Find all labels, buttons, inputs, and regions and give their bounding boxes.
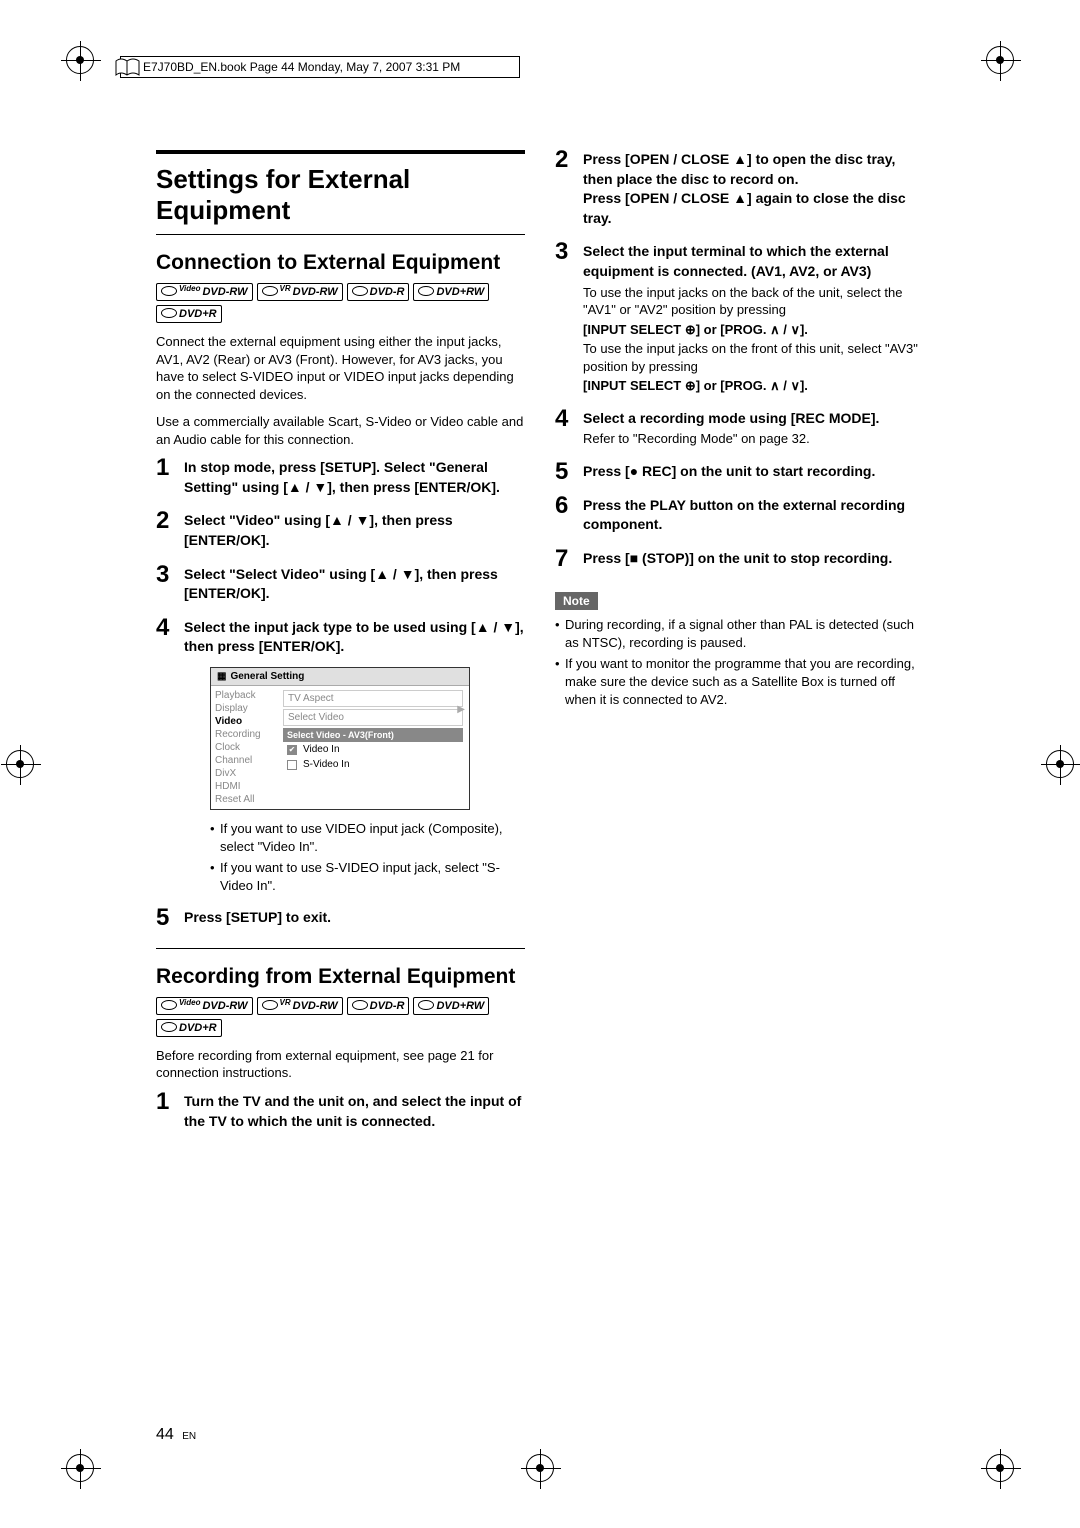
- intro-paragraph: Use a commercially available Scart, S-Vi…: [156, 413, 525, 448]
- step-body-text: To use the input jacks on the back of th…: [583, 284, 924, 319]
- step-text: In stop mode, press [SETUP]. Select "Gen…: [184, 458, 525, 497]
- badge-dvd-r: DVD-R: [347, 283, 410, 301]
- osd-sidebar-item: Playback: [215, 690, 277, 701]
- checkbox-icon: ✔: [287, 745, 297, 755]
- step-text: Select a recording mode using [REC MODE]…: [583, 409, 924, 429]
- osd-sidebar: Playback Display Video Recording Clock C…: [211, 686, 281, 809]
- crop-mark: [0, 744, 40, 784]
- note-bullet: During recording, if a signal other than…: [555, 616, 924, 651]
- divider: [156, 234, 525, 235]
- osd-dropdown-header: Select Video - AV3(Front): [283, 728, 463, 742]
- crop-mark: [60, 1448, 100, 1488]
- divider: [156, 150, 525, 154]
- step-body-text: [INPUT SELECT ⊕] or [PROG. ∧ / ∨].: [583, 377, 924, 395]
- badge-dvd-rw-video: VideoDVD-RW: [156, 283, 253, 301]
- crop-mark: [60, 40, 100, 80]
- step-item: Select the input jack type to be used us…: [156, 618, 525, 894]
- osd-row: Select Video: [283, 709, 463, 726]
- crop-mark: [520, 1448, 560, 1488]
- osd-sidebar-item: Display: [215, 703, 277, 714]
- step-text: Select the input terminal to which the e…: [583, 242, 924, 281]
- crop-mark: [1040, 744, 1080, 784]
- section-heading: Connection to External Equipment: [156, 251, 525, 275]
- step-text: Press [OPEN / CLOSE ▲] to open the disc …: [583, 150, 924, 228]
- checkbox-icon: [287, 760, 297, 770]
- osd-sidebar-item: Recording: [215, 729, 277, 740]
- bullet-item: If you want to use VIDEO input jack (Com…: [210, 820, 525, 855]
- badge-dvd-r: DVD-R: [347, 997, 410, 1015]
- osd-row: TV Aspect: [283, 690, 463, 707]
- step-body-text: Refer to "Recording Mode" on page 32.: [583, 430, 924, 448]
- badge-dvd-plus-rw: DVD+RW: [413, 283, 489, 301]
- step-item: Press [■ (STOP)] on the unit to stop rec…: [555, 549, 924, 569]
- bullet-item: If you want to use S-VIDEO input jack, s…: [210, 859, 525, 894]
- disc-badges: VideoDVD-RW VRDVD-RW DVD-R DVD+RW DVD+R: [156, 283, 525, 323]
- step-item: Select "Video" using [▲ / ▼], then press…: [156, 511, 525, 550]
- step-item: In stop mode, press [SETUP]. Select "Gen…: [156, 458, 525, 497]
- step-item: Press [● REC] on the unit to start recor…: [555, 462, 924, 482]
- osd-main: TV Aspect Select Video ▶ Select Video - …: [281, 686, 469, 809]
- step-text: Select "Select Video" using [▲ / ▼], the…: [184, 565, 525, 604]
- step-text: Press [■ (STOP)] on the unit to stop rec…: [583, 549, 924, 569]
- page-header: E7J70BD_EN.book Page 44 Monday, May 7, 2…: [120, 56, 520, 78]
- badge-dvd-rw-vr: VRDVD-RW: [257, 997, 343, 1015]
- page-number: 44 EN: [156, 1426, 196, 1444]
- badge-dvd-plus-r: DVD+R: [156, 1019, 222, 1037]
- step-item: Select "Select Video" using [▲ / ▼], the…: [156, 565, 525, 604]
- note-label: Note: [555, 592, 598, 610]
- osd-title: ▦ General Setting: [211, 668, 469, 686]
- osd-sidebar-item: Video: [215, 716, 277, 727]
- chevron-right-icon: ▶: [457, 704, 465, 715]
- step-body-text: [INPUT SELECT ⊕] or [PROG. ∧ / ∨].: [583, 321, 924, 339]
- osd-sidebar-item: Clock: [215, 742, 277, 753]
- crop-mark: [980, 1448, 1020, 1488]
- book-icon: [113, 53, 143, 83]
- crop-mark: [980, 40, 1020, 80]
- step-text: Press the PLAY button on the external re…: [583, 496, 924, 535]
- step-item: Press [SETUP] to exit.: [156, 908, 525, 928]
- step-item: Select the input terminal to which the e…: [555, 242, 924, 394]
- step-text: Select the input jack type to be used us…: [184, 618, 525, 657]
- osd-option: S-Video In: [283, 757, 463, 772]
- section-heading: Recording from External Equipment: [156, 965, 525, 989]
- osd-sidebar-item: DivX: [215, 768, 277, 779]
- osd-option: ✔Video In: [283, 742, 463, 757]
- badge-dvd-rw-video: VideoDVD-RW: [156, 997, 253, 1015]
- step-text: Turn the TV and the unit on, and select …: [184, 1092, 525, 1131]
- osd-sidebar-item: Reset All: [215, 794, 277, 805]
- step-item: Turn the TV and the unit on, and select …: [156, 1092, 525, 1131]
- step-text: Select "Video" using [▲ / ▼], then press…: [184, 511, 525, 550]
- step-item: Press the PLAY button on the external re…: [555, 496, 924, 535]
- intro-paragraph: Before recording from external equipment…: [156, 1047, 525, 1082]
- disc-badges: VideoDVD-RW VRDVD-RW DVD-R DVD+RW DVD+R: [156, 997, 525, 1037]
- divider: [156, 948, 525, 949]
- osd-sidebar-item: HDMI: [215, 781, 277, 792]
- note-bullet: If you want to monitor the programme tha…: [555, 655, 924, 708]
- step-body-text: To use the input jacks on the front of t…: [583, 340, 924, 375]
- intro-paragraph: Connect the external equipment using eit…: [156, 333, 525, 403]
- badge-dvd-plus-rw: DVD+RW: [413, 997, 489, 1015]
- main-heading: Settings for External Equipment: [156, 164, 525, 226]
- step-item: Press [OPEN / CLOSE ▲] to open the disc …: [555, 150, 924, 228]
- badge-dvd-rw-vr: VRDVD-RW: [257, 283, 343, 301]
- badge-dvd-plus-r: DVD+R: [156, 305, 222, 323]
- page-header-text: E7J70BD_EN.book Page 44 Monday, May 7, 2…: [143, 60, 460, 74]
- osd-sidebar-item: Channel: [215, 755, 277, 766]
- settings-icon: ▦: [217, 671, 226, 682]
- step-text: Press [● REC] on the unit to start recor…: [583, 462, 924, 482]
- step-item: Select a recording mode using [REC MODE]…: [555, 409, 924, 448]
- step-text: Press [SETUP] to exit.: [184, 908, 525, 928]
- osd-screenshot: ▦ General Setting Playback Display Video…: [210, 667, 470, 810]
